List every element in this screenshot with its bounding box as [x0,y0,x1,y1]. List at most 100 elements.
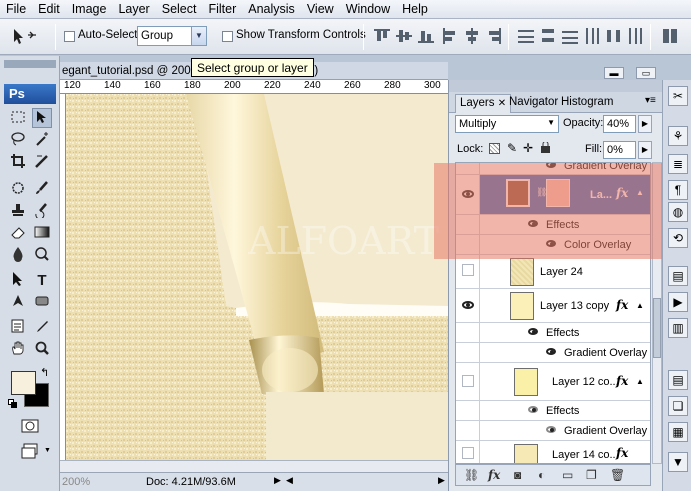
healing-brush-tool-icon[interactable] [8,180,28,200]
tab-navigator[interactable]: Navigator [505,94,562,113]
lock-image-icon[interactable]: ✎ [507,141,517,155]
layer-effects-row[interactable]: Effects [456,323,650,343]
menu-help[interactable]: Help [396,2,434,16]
tab-histogram[interactable]: Histogram [557,94,617,113]
brush-tool-icon[interactable] [32,180,52,200]
gradient-tool-icon[interactable] [32,224,52,244]
scroll-left-arrow-icon[interactable]: ◀ [286,475,293,486]
default-colors-icon[interactable] [8,399,17,408]
shape-tool-icon[interactable] [32,293,52,313]
panel-minimize-icon[interactable]: ▬ [604,67,624,79]
link-layers-icon[interactable]: ⛓ [464,468,479,482]
fill-input[interactable]: 0% [603,141,636,159]
expand-effects-icon[interactable]: ▲ [636,377,644,386]
blend-mode-select[interactable]: Multiply ▼ [455,115,559,133]
fx-icon[interactable]: fx [616,374,628,388]
magic-wand-tool-icon[interactable] [32,131,52,151]
eye-icon[interactable] [462,190,474,198]
hand-tool-icon[interactable] [8,340,28,360]
auto-select-dropdown[interactable]: Group ▼ [137,26,207,46]
eyedropper-tool-icon[interactable] [32,318,52,338]
dock-brushes-icon[interactable]: ⚘ [668,126,688,146]
type-tool-icon[interactable]: T [32,271,52,291]
add-mask-icon[interactable]: ◙ [514,468,521,482]
move-tool-preset-icon[interactable] [10,26,38,46]
align-hcenter-icon[interactable] [464,28,480,44]
dock-masks-icon[interactable]: ❏ [668,396,688,416]
eye-icon[interactable] [546,240,556,247]
pen-tool-icon[interactable] [8,293,28,313]
swap-colors-icon[interactable]: ↰ [40,366,49,379]
marquee-tool-icon[interactable] [8,109,28,129]
eye-icon[interactable] [462,301,474,309]
layer-effects-row[interactable]: Effects [456,401,650,421]
screen-mode-icon[interactable] [20,443,40,463]
layer-row[interactable]: Layer 24 [456,255,650,289]
menu-analysis[interactable]: Analysis [242,2,301,16]
status-menu-arrow-icon[interactable]: ▶ [274,475,281,486]
dodge-tool-icon[interactable] [32,246,52,266]
distribute-bottom-icon[interactable] [562,28,578,44]
lasso-tool-icon[interactable] [8,131,28,151]
move-tool-icon[interactable] [32,108,52,128]
zoom-tool-icon[interactable] [32,340,52,360]
expand-effects-icon[interactable]: ▲ [636,301,644,310]
add-layer-style-icon[interactable]: fx [488,468,500,482]
new-adjustment-layer-icon[interactable]: ◐ [538,468,545,482]
eraser-tool-icon[interactable] [8,224,28,244]
lock-transparency-icon[interactable] [489,143,500,154]
layer-row[interactable]: Layer 14 co... fx [456,441,650,463]
dock-layers-icon[interactable]: ▤ [668,266,688,286]
dock-history-icon[interactable]: ▤ [668,370,688,390]
auto-select-checkbox[interactable] [64,31,75,42]
fx-icon[interactable]: fx [616,186,628,200]
distribute-right-icon[interactable] [626,28,642,44]
quick-mask-icon[interactable] [20,418,40,438]
menu-window[interactable]: Window [340,2,396,16]
show-transform-checkbox[interactable] [222,31,233,42]
menu-view[interactable]: View [301,2,340,16]
panel-menu-icon[interactable]: ▾≡ [645,95,656,106]
eye-icon[interactable] [528,220,538,227]
eye-icon[interactable] [546,163,556,168]
scroll-right-arrow-icon[interactable]: ▶ [438,475,445,486]
layer-row[interactable]: Layer 13 copy fx ▲ [456,289,650,323]
eye-icon[interactable] [546,348,556,355]
distribute-vcenter-icon[interactable] [540,28,556,44]
dock-styles-icon[interactable]: ◍ [668,202,688,222]
layer-effects-row[interactable]: Effects [456,215,650,235]
horizontal-scrollbar[interactable] [60,460,448,472]
layer-effect-row[interactable]: Gradient Overlay [456,163,650,175]
align-vcenter-icon[interactable] [396,28,412,44]
layer-effect-row[interactable]: Gradient Overlay [456,421,650,441]
panel-header-grip[interactable] [449,80,663,92]
panel-restore-icon[interactable]: ▭ [636,67,656,79]
layer-effect-row[interactable]: Color Overlay [456,235,650,255]
scrollbar-thumb[interactable] [653,298,661,358]
chevron-down-icon[interactable]: ▼ [44,447,51,454]
menu-image[interactable]: Image [66,2,113,16]
tab-layers[interactable]: Layers ✕ [455,94,512,113]
lock-position-icon[interactable]: ✛ [523,141,533,155]
new-layer-icon[interactable]: ❐ [586,468,597,482]
expand-effects-icon[interactable]: ▲ [636,188,644,197]
dock-channels-icon[interactable]: ▶ [668,292,688,312]
layer-effect-row[interactable]: Gradient Overlay [456,343,650,363]
eye-icon[interactable] [528,406,538,413]
new-group-icon[interactable]: ▭ [562,468,573,482]
foreground-color-swatch[interactable] [11,371,36,395]
zoom-level[interactable]: 200% [62,476,90,488]
tools-panel-grip[interactable] [4,60,56,68]
delete-layer-icon[interactable]: 🗑 [610,468,625,482]
menu-edit[interactable]: Edit [32,2,66,16]
dock-info-icon[interactable]: ≣ [668,154,688,174]
layer-row[interactable]: Layer 12 co... fx ▲ [456,363,650,401]
opacity-input[interactable]: 40% [603,115,636,133]
path-selection-tool-icon[interactable] [8,271,28,291]
align-right-icon[interactable] [486,28,502,44]
distribute-top-icon[interactable] [518,28,534,44]
align-left-icon[interactable] [442,28,458,44]
crop-tool-icon[interactable] [8,153,28,173]
align-top-icon[interactable] [374,28,390,44]
slice-tool-icon[interactable] [32,153,52,173]
